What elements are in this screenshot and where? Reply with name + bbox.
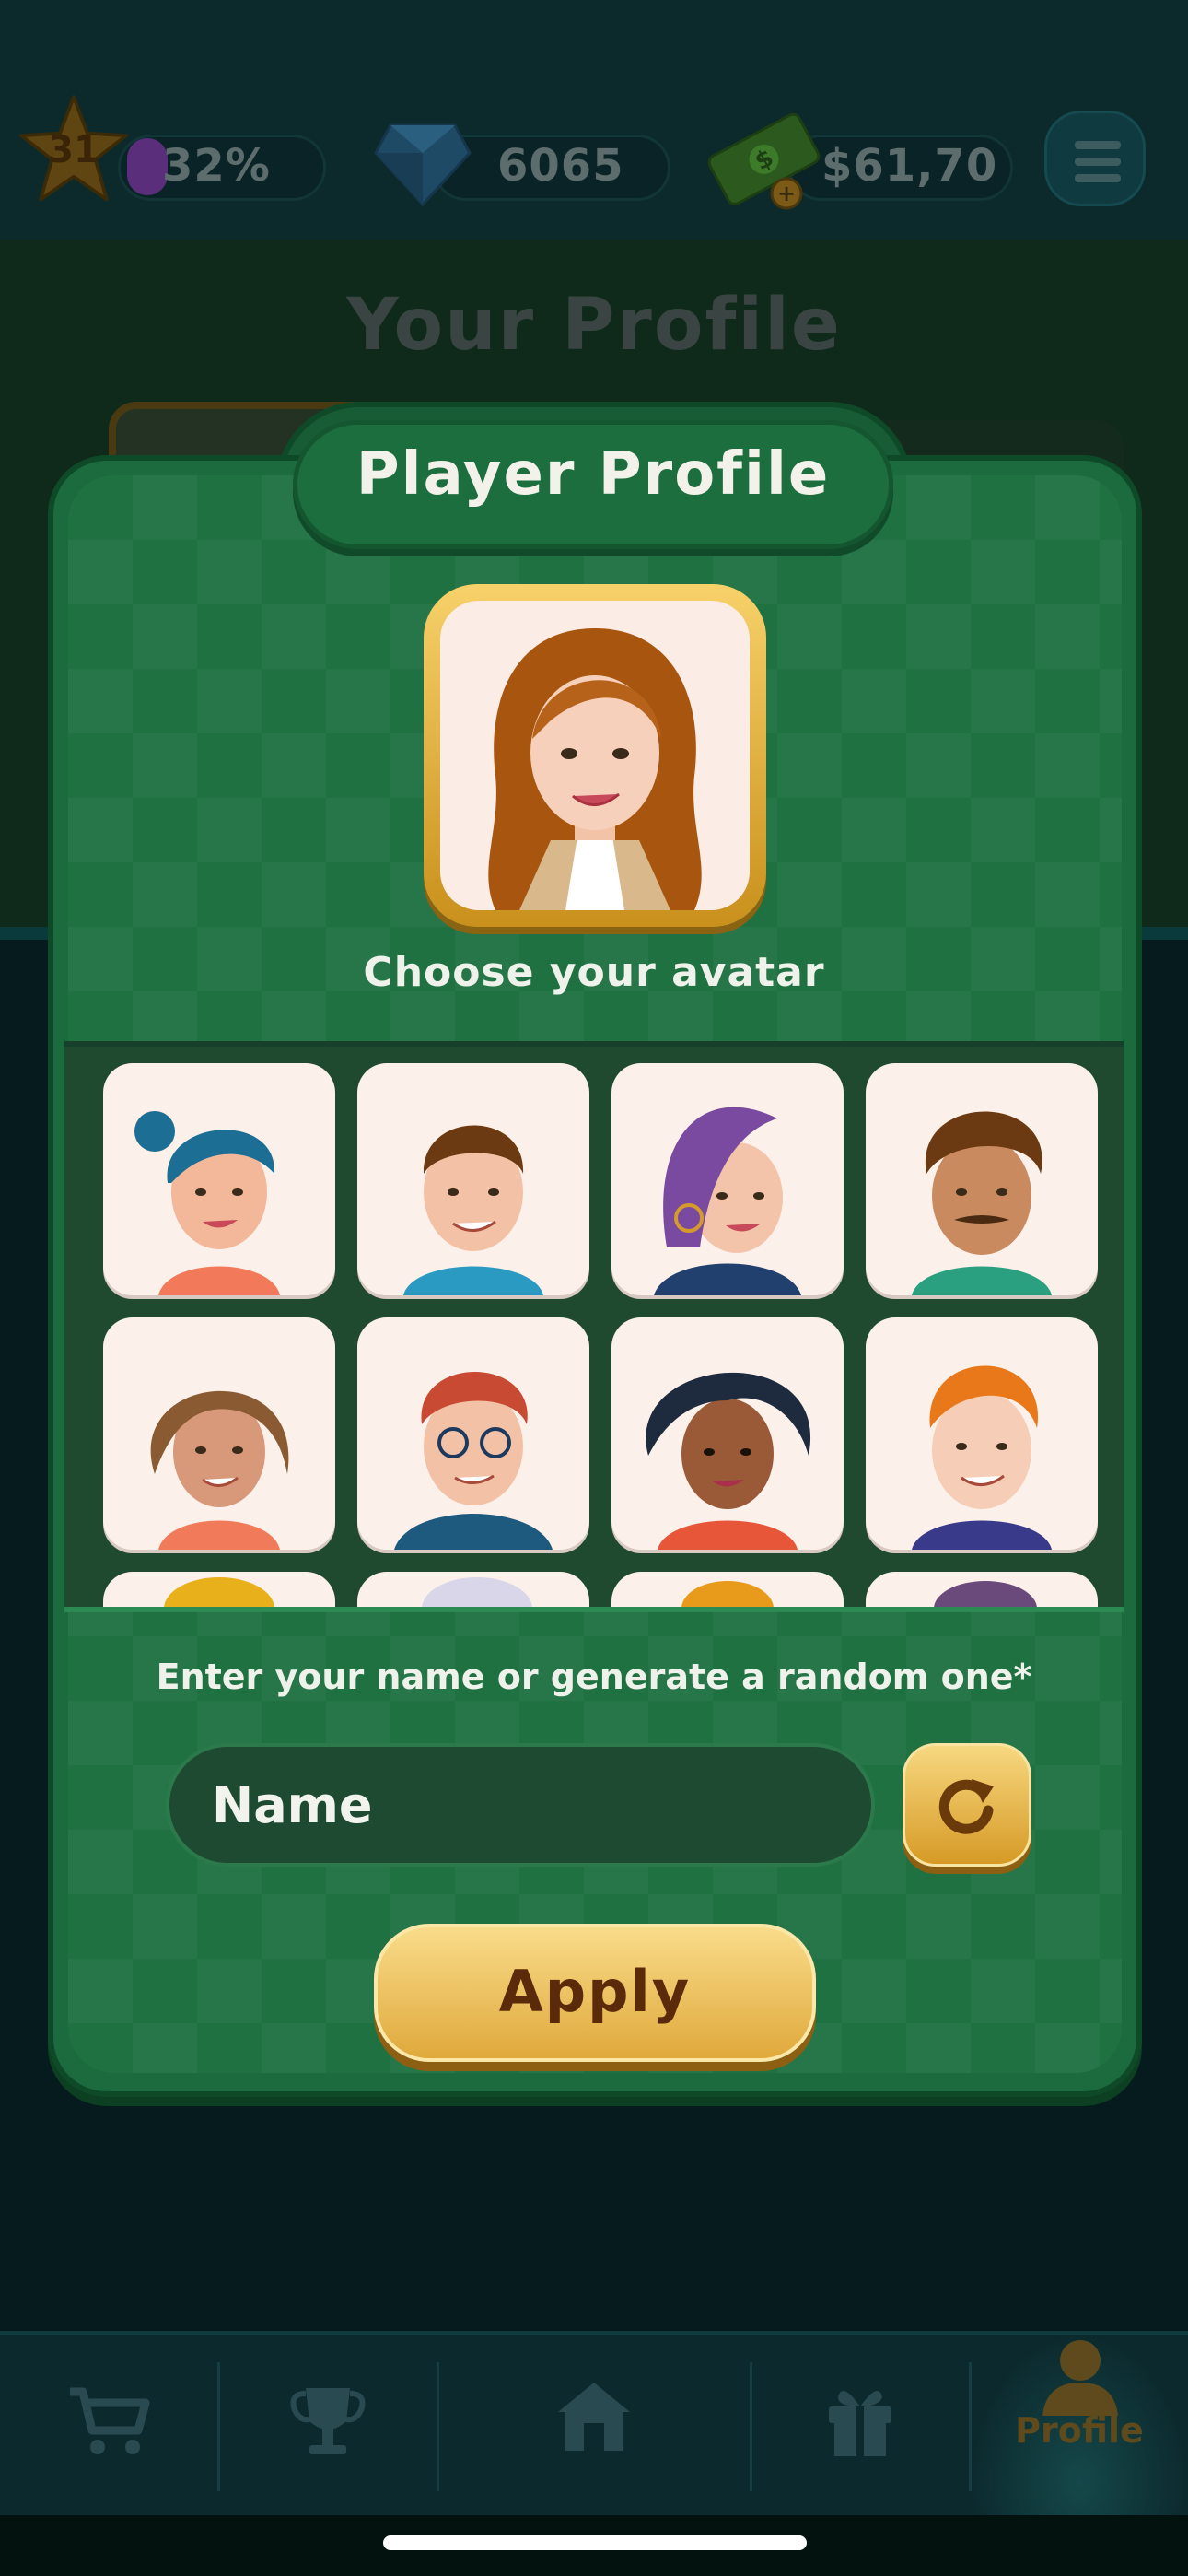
xp-percent: 32% [162, 140, 271, 192]
modal-title: Player Profile [355, 440, 831, 509]
avatar-portrait [934, 1581, 1037, 1607]
home-indicator[interactable] [383, 2535, 807, 2550]
avatar-portrait [681, 1581, 774, 1607]
avatar-portrait [403, 1125, 543, 1295]
avatar-option[interactable] [103, 1063, 335, 1295]
refresh-icon [938, 1779, 994, 1834]
gem-icon [374, 123, 472, 207]
avatar-portrait [394, 1372, 553, 1550]
avatar-option[interactable] [103, 1317, 335, 1550]
avatar-portrait [150, 1390, 289, 1550]
gift-icon [829, 2390, 891, 2456]
avatar-portrait [912, 1111, 1052, 1295]
avatar-option[interactable] [611, 1063, 844, 1295]
name-input[interactable] [166, 1743, 875, 1867]
cart-icon [70, 2387, 150, 2454]
apply-button[interactable]: Apply [374, 1924, 816, 2062]
home-icon [558, 2383, 630, 2451]
random-name-button[interactable] [903, 1743, 1031, 1867]
svg-text:+: + [777, 181, 796, 206]
trophy-icon [290, 2388, 366, 2454]
profile-icon [1042, 2340, 1118, 2416]
choose-avatar-label: Choose your avatar [363, 949, 825, 996]
nav-profile-label: Profile [1015, 2410, 1144, 2451]
nav-home[interactable] [438, 2335, 750, 2519]
name-prompt: Enter your name or generate a random one… [156, 1657, 1032, 1697]
selected-avatar [424, 584, 766, 927]
avatar-grid[interactable] [64, 1041, 1124, 1612]
cash-icon: $ + [707, 112, 821, 210]
avatar-option[interactable] [611, 1317, 844, 1550]
avatar-option[interactable] [866, 1572, 1098, 1607]
avatar-option[interactable] [866, 1063, 1098, 1295]
avatar-option[interactable] [611, 1572, 844, 1607]
menu-button[interactable] [1044, 111, 1146, 206]
avatar-option[interactable] [357, 1063, 589, 1295]
avatar-portrait [422, 1577, 532, 1607]
avatar-option[interactable] [357, 1317, 589, 1550]
nav-shop[interactable] [0, 2335, 217, 2519]
selected-avatar-portrait [488, 628, 702, 910]
gems-count: 6065 [497, 140, 624, 192]
avatar-portrait [164, 1577, 274, 1607]
cash-amount: $61,70 [821, 140, 998, 192]
nav-trophies[interactable] [219, 2335, 437, 2519]
avatar-portrait [912, 1365, 1052, 1550]
avatar-option[interactable] [866, 1317, 1098, 1550]
page-title: Your Profile [346, 284, 842, 367]
level-number: 31 [48, 129, 99, 171]
avatar-portrait [134, 1111, 280, 1295]
avatar-portrait [646, 1372, 811, 1550]
nav-gifts[interactable] [751, 2335, 969, 2519]
avatar-portrait [654, 1107, 801, 1295]
avatar-option[interactable] [357, 1572, 589, 1607]
avatar-option[interactable] [103, 1572, 335, 1607]
top-bar [0, 0, 1188, 240]
